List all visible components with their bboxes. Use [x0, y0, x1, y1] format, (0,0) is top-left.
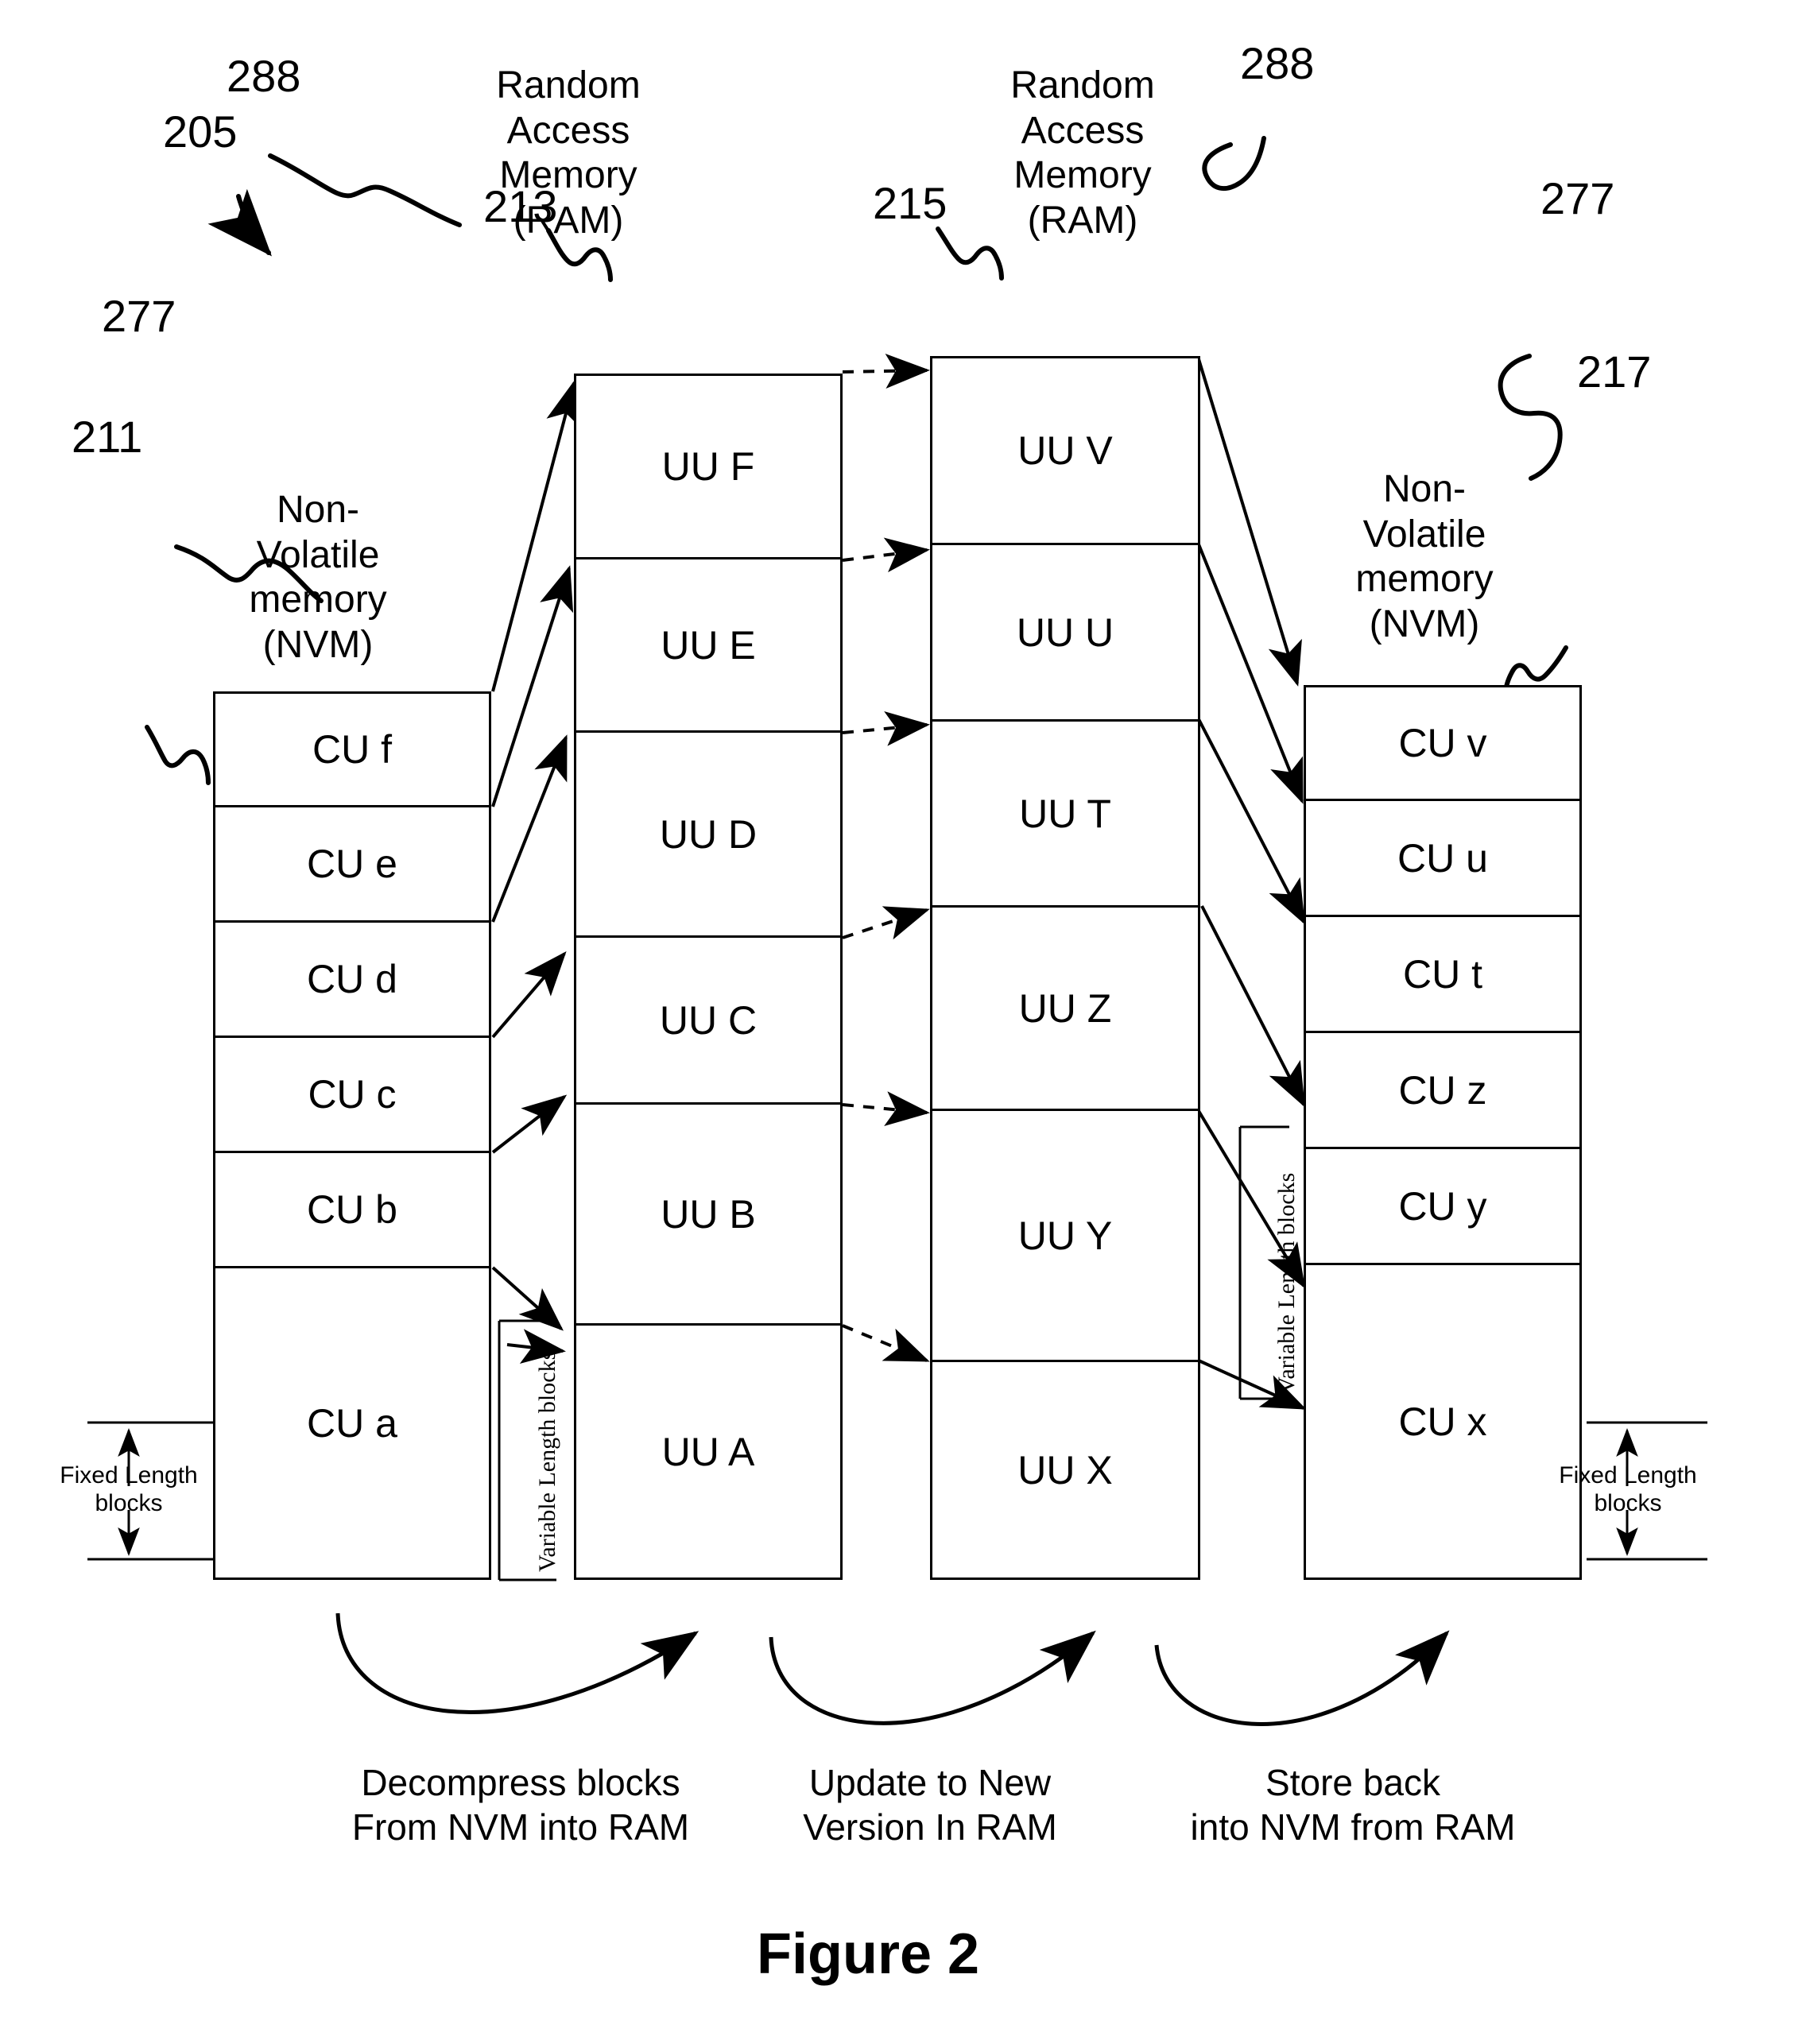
ref-number-211: 211: [72, 412, 143, 462]
figure-title: Figure 2: [757, 1922, 980, 1986]
block-cu-t[interactable]: CU t: [1304, 917, 1582, 1033]
patent-figure-2: 205 288 288 277 277 211 213 215 217 Rand…: [0, 0, 1802, 2044]
block-uu-u[interactable]: UU U: [930, 545, 1200, 722]
block-cu-v[interactable]: CU v: [1304, 685, 1582, 801]
block-cu-a[interactable]: CU a: [213, 1268, 491, 1580]
block-uu-t[interactable]: UU T: [930, 722, 1200, 908]
ref-number-205: 205: [163, 106, 238, 157]
fixed-length-label-left: Fixed Length blocks: [60, 1462, 198, 1516]
ref-number-215: 215: [873, 178, 948, 228]
block-cu-y[interactable]: CU y: [1304, 1149, 1582, 1265]
block-uu-f[interactable]: UU F: [574, 374, 843, 559]
nvm-label-right: Non- Volatile memory (NVM): [1355, 468, 1494, 645]
block-uu-v[interactable]: UU V: [930, 356, 1200, 545]
block-cu-c[interactable]: CU c: [213, 1038, 491, 1153]
block-cu-x[interactable]: CU x: [1304, 1265, 1582, 1580]
caption-store: Store back into NVM from RAM: [1190, 1762, 1516, 1849]
ref-number-277-left: 277: [102, 291, 176, 341]
block-uu-b[interactable]: UU B: [574, 1105, 843, 1326]
block-cu-d[interactable]: CU d: [213, 923, 491, 1038]
variable-length-label-right: Variable Length blocks: [1273, 1172, 1300, 1394]
block-cu-b[interactable]: CU b: [213, 1153, 491, 1268]
block-uu-a[interactable]: UU A: [574, 1326, 843, 1580]
block-cu-z[interactable]: CU z: [1304, 1033, 1582, 1149]
block-cu-e[interactable]: CU e: [213, 807, 491, 923]
ref-number-277-right: 277: [1540, 173, 1615, 223]
caption-update: Update to New Version In RAM: [803, 1762, 1057, 1849]
block-uu-d[interactable]: UU D: [574, 733, 843, 938]
nvm-label-left: Non- Volatile memory (NVM): [249, 489, 387, 666]
block-uu-c[interactable]: UU C: [574, 938, 843, 1105]
ref-number-288-left: 288: [227, 51, 301, 101]
caption-decompress: Decompress blocks From NVM into RAM: [351, 1762, 690, 1849]
ram-label-right: Random Access Memory (RAM): [1010, 64, 1155, 242]
block-uu-e[interactable]: UU E: [574, 559, 843, 733]
block-uu-y[interactable]: UU Y: [930, 1111, 1200, 1362]
block-uu-x[interactable]: UU X: [930, 1362, 1200, 1580]
variable-length-label-left: Variable Length blocks: [534, 1350, 560, 1572]
ref-number-288-right: 288: [1240, 38, 1315, 88]
ram-label-left: Random Access Memory (RAM): [496, 64, 641, 242]
block-cu-f[interactable]: CU f: [213, 691, 491, 807]
ref-number-217: 217: [1577, 346, 1652, 397]
block-cu-u[interactable]: CU u: [1304, 801, 1582, 917]
block-uu-z[interactable]: UU Z: [930, 908, 1200, 1111]
fixed-length-label-right: Fixed Length blocks: [1559, 1462, 1697, 1516]
